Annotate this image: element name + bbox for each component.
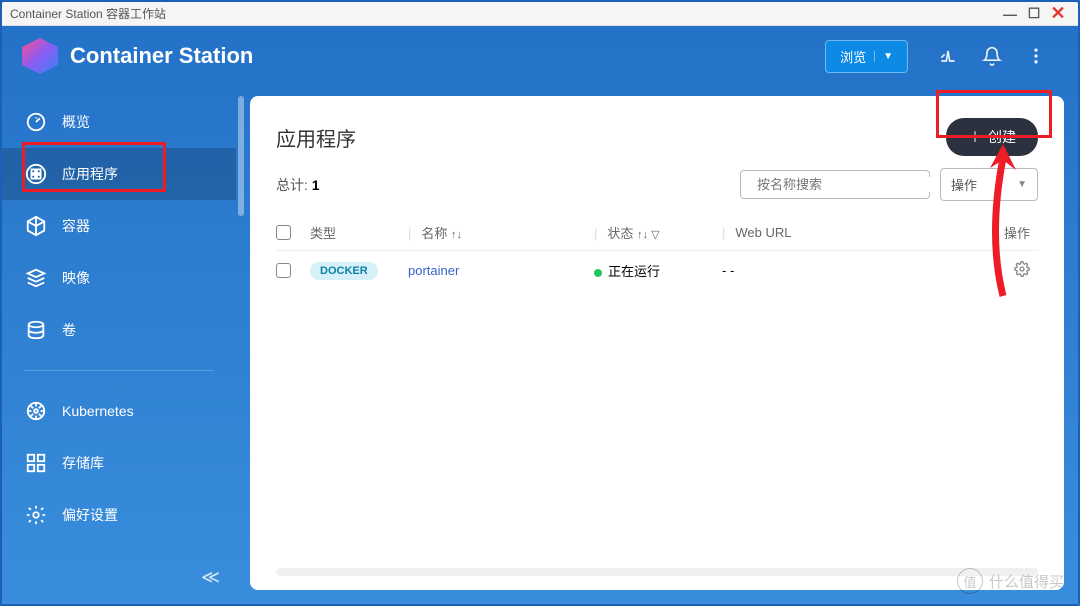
action-dropdown[interactable]: 操作 ▼ <box>940 168 1038 201</box>
select-all-checkbox[interactable] <box>276 225 291 240</box>
sidebar-item-containers[interactable]: 容器 <box>2 200 236 252</box>
cube-icon <box>24 214 48 238</box>
app-logo-icon <box>22 38 58 74</box>
create-button[interactable]: ＋ 创建 <box>946 118 1038 156</box>
sidebar-divider <box>24 370 214 371</box>
grid-icon <box>24 451 48 475</box>
apps-icon <box>24 162 48 186</box>
watermark-badge: 值 <box>957 568 983 594</box>
sidebar-item-overview[interactable]: 概览 <box>2 96 236 148</box>
row-settings-button[interactable] <box>1014 265 1030 280</box>
search-input[interactable] <box>740 170 930 199</box>
sidebar-item-label: 容器 <box>62 216 90 236</box>
caret-down-icon: ▼ <box>1017 179 1027 190</box>
layers-icon <box>24 266 48 290</box>
sidebar-item-label: 概览 <box>62 112 90 132</box>
plus-icon: ＋ <box>968 127 982 147</box>
sidebar-item-label: 偏好设置 <box>62 505 118 525</box>
sort-icon: ↑↓ <box>637 229 648 241</box>
column-name[interactable]: |名称 ↑↓ <box>408 223 594 242</box>
main-panel: 应用程序 ＋ 创建 总计: 1 操作 <box>250 96 1064 590</box>
total-count: 总计: 1 <box>276 175 730 195</box>
status-running-icon <box>594 269 602 277</box>
activity-icon[interactable] <box>938 46 958 66</box>
app-header: Container Station 浏览 ▼ <box>2 26 1078 86</box>
gear-icon <box>24 503 48 527</box>
minimize-button[interactable]: — <box>998 4 1022 24</box>
more-icon[interactable] <box>1026 46 1046 66</box>
status-text: 正在运行 <box>608 264 660 279</box>
panel-title: 应用程序 <box>276 123 356 152</box>
database-icon <box>24 318 48 342</box>
action-label: 操作 <box>951 175 977 194</box>
column-actions: 操作 <box>982 223 1038 242</box>
gauge-icon <box>24 110 48 134</box>
browse-label: 浏览 <box>840 47 866 66</box>
bell-icon[interactable] <box>982 46 1002 66</box>
sidebar-item-applications[interactable]: 应用程序 <box>2 148 236 200</box>
sidebar-item-label: 映像 <box>62 268 90 288</box>
table-row[interactable]: DOCKER portainer 正在运行 - - <box>276 251 1038 290</box>
sidebar-item-preferences[interactable]: 偏好设置 <box>2 489 236 541</box>
row-checkbox[interactable] <box>276 263 291 278</box>
watermark: 值 什么值得买 <box>957 568 1064 594</box>
url-cell: - - <box>722 263 982 278</box>
filter-icon[interactable]: ▽ <box>648 229 660 241</box>
window-titlebar: Container Station 容器工作站 — ☐ ✕ <box>2 2 1078 26</box>
sidebar: 概览 应用程序 容器 映像 卷 Kubernetes <box>2 26 236 604</box>
column-url[interactable]: |Web URL <box>722 225 982 240</box>
horizontal-scrollbar[interactable] <box>276 568 1038 576</box>
sidebar-item-label: 存储库 <box>62 453 104 473</box>
window-title: Container Station 容器工作站 <box>10 5 166 22</box>
watermark-text: 什么值得买 <box>989 571 1064 592</box>
sidebar-item-label: 卷 <box>62 320 76 340</box>
column-status[interactable]: |状态 ↑↓ ▽ <box>594 223 722 242</box>
browse-button[interactable]: 浏览 ▼ <box>825 40 908 73</box>
table-header: 类型 |名称 ↑↓ |状态 ↑↓ ▽ |Web URL 操作 <box>276 215 1038 251</box>
collapse-sidebar-button[interactable]: ≪ <box>201 567 220 588</box>
sidebar-item-kubernetes[interactable]: Kubernetes <box>2 385 236 437</box>
sidebar-item-label: 应用程序 <box>62 164 118 184</box>
type-badge: DOCKER <box>310 262 378 280</box>
helm-icon <box>24 399 48 423</box>
sidebar-scrollbar[interactable] <box>236 26 246 604</box>
create-label: 创建 <box>988 127 1016 147</box>
sidebar-item-volumes[interactable]: 卷 <box>2 304 236 356</box>
app-title: Container Station <box>70 43 825 69</box>
caret-down-icon: ▼ <box>874 51 893 62</box>
app-name-link[interactable]: portainer <box>408 263 459 278</box>
sort-icon: ↑↓ <box>451 229 462 241</box>
sidebar-item-images[interactable]: 映像 <box>2 252 236 304</box>
sidebar-item-label: Kubernetes <box>62 403 134 419</box>
column-type[interactable]: 类型 <box>310 223 408 242</box>
maximize-button[interactable]: ☐ <box>1022 4 1046 24</box>
search-field[interactable] <box>757 177 933 192</box>
sidebar-item-repositories[interactable]: 存储库 <box>2 437 236 489</box>
close-button[interactable]: ✕ <box>1046 4 1070 24</box>
